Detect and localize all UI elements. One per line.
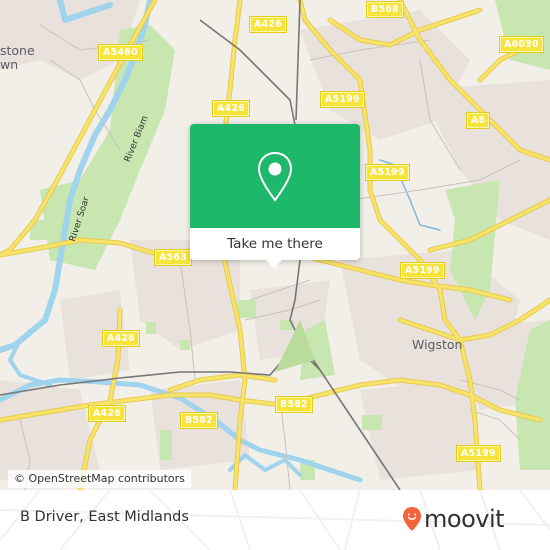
map-attribution[interactable]: © OpenStreetMap contributors bbox=[8, 470, 191, 488]
popup-pointer bbox=[266, 260, 282, 268]
road-label-a6: A6 bbox=[467, 113, 490, 128]
road-label-a5199-east: A5199 bbox=[401, 263, 444, 278]
location-title: B Driver, East Midlands bbox=[20, 509, 189, 525]
road-label-a5199-south: A5199 bbox=[457, 446, 500, 461]
moovit-logo[interactable]: moovit bbox=[402, 505, 505, 533]
map[interactable]: A426 B568 A6030 A5460 A426 A5199 A6 A519… bbox=[0, 0, 550, 490]
road-label-b582-west: B582 bbox=[181, 413, 217, 428]
road-label-a426-mid: A426 bbox=[213, 101, 249, 116]
road-label-a5199-centre: A5199 bbox=[366, 165, 409, 180]
road-label-a5199-north: A5199 bbox=[321, 92, 364, 107]
popup-header bbox=[190, 124, 360, 228]
moovit-wordmark: moovit bbox=[424, 505, 505, 533]
road-label-a5460: A5460 bbox=[99, 45, 142, 60]
footer: B Driver, East Midlands moovit bbox=[0, 490, 550, 550]
place-label-town: wn bbox=[0, 57, 19, 72]
map-pin-icon bbox=[257, 151, 293, 202]
road-label-a6030: A6030 bbox=[500, 37, 543, 52]
road-label-a426-north: A426 bbox=[250, 17, 286, 32]
take-me-there-button[interactable]: Take me there bbox=[190, 228, 360, 260]
road-label-a426-southwest: A426 bbox=[89, 406, 125, 421]
road-label-a563: A563 bbox=[155, 250, 191, 265]
place-label-birstall: stone bbox=[0, 43, 35, 58]
road-label-b568: B568 bbox=[367, 2, 403, 17]
moovit-smile-pin-icon bbox=[403, 507, 421, 531]
road-label-a426-south: A426 bbox=[103, 331, 139, 346]
place-label-wigston: Wigston bbox=[412, 337, 463, 352]
location-popup: Take me there bbox=[190, 124, 360, 268]
road-label-b582-east: B582 bbox=[276, 397, 312, 412]
